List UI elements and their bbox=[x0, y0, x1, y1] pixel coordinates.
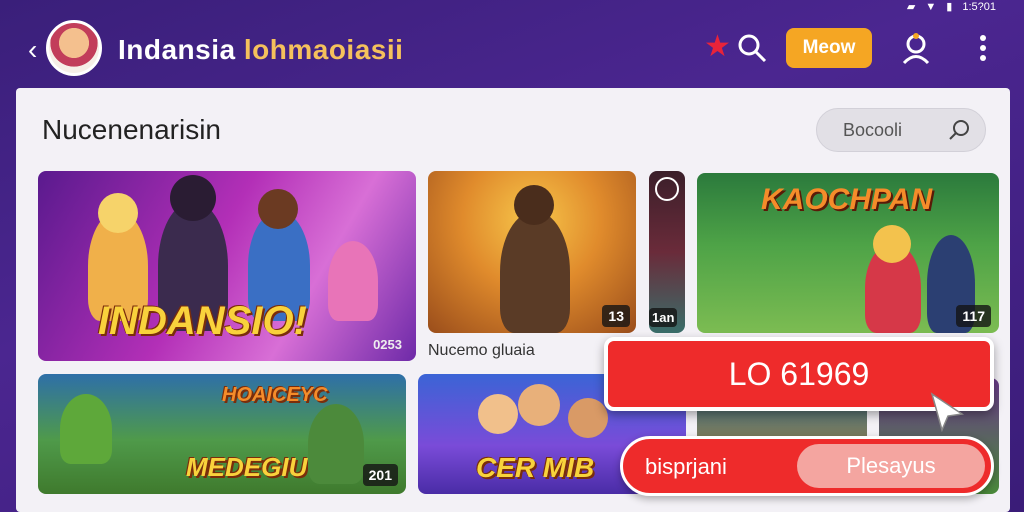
hero-head bbox=[258, 189, 298, 229]
status-time: 1:5?01 bbox=[962, 0, 996, 13]
action-pill: bisprjani Plesayus bbox=[620, 436, 994, 496]
game-card-4[interactable]: KAOCHPAN 117 bbox=[697, 173, 999, 333]
card-badge: 13 bbox=[602, 305, 630, 327]
search-icon bbox=[949, 120, 969, 140]
app-header: ‹ Indansia lohmaoiasii ★ Meow bbox=[0, 14, 1024, 88]
battery-icon: ▮ bbox=[946, 1, 953, 13]
card-badge: 117 bbox=[956, 305, 991, 327]
card-badge: 0253 bbox=[373, 337, 402, 352]
hero-head bbox=[518, 384, 560, 426]
card-title-art: INDANSIO! bbox=[98, 299, 307, 343]
hero-head bbox=[514, 185, 554, 225]
section-title: Nucenenarisin bbox=[42, 114, 221, 145]
card-title-art: KAOCHPAN bbox=[761, 183, 933, 216]
card-title-art-top: HOAICEYC bbox=[222, 384, 328, 406]
card-title-art: MEDEGIU bbox=[186, 452, 308, 482]
status-bar: ▰ ▼ ▮ 1:5?01 bbox=[0, 0, 1024, 14]
card-badge: 1an bbox=[649, 308, 678, 327]
star-icon[interactable]: ★ bbox=[704, 32, 731, 62]
hero-figure bbox=[328, 241, 378, 321]
more-vert-icon[interactable] bbox=[976, 32, 990, 66]
game-card-3[interactable]: 1an bbox=[649, 171, 685, 333]
hero-head bbox=[98, 193, 138, 233]
avatar[interactable] bbox=[46, 20, 102, 76]
hero-head bbox=[873, 225, 911, 263]
game-card-5[interactable]: HOAICEYC MEDEGIU 201 bbox=[38, 374, 406, 494]
hero-figure bbox=[308, 404, 364, 484]
menu-button[interactable]: Meow bbox=[786, 28, 872, 68]
back-arrow-icon[interactable]: ‹ bbox=[28, 36, 37, 64]
app-title-main: Indansia bbox=[118, 34, 244, 65]
profile-icon[interactable] bbox=[898, 30, 934, 66]
search-input[interactable]: Bocooli bbox=[816, 108, 986, 152]
hero-head bbox=[568, 398, 608, 438]
action-left-label[interactable]: bisprjani bbox=[645, 454, 727, 480]
card-caption: Nucemo gluaia bbox=[428, 342, 535, 359]
clock-icon bbox=[655, 177, 679, 201]
search-placeholder: Bocooli bbox=[843, 120, 903, 140]
status-icons: ▰ ▼ ▮ 1:5?01 bbox=[906, 0, 996, 14]
card-title-art: CER MIB bbox=[476, 452, 595, 483]
hero-head bbox=[170, 175, 216, 221]
app-title-accent: lohmaoiasii bbox=[243, 34, 404, 65]
play-button[interactable]: Plesayus bbox=[797, 444, 985, 488]
card-badge: 201 bbox=[362, 464, 398, 486]
game-card-2[interactable]: 13 bbox=[428, 171, 636, 333]
game-card-1[interactable]: INDANSIO! 0253 bbox=[38, 171, 416, 361]
app-title: Indansia lohmaoiasii bbox=[118, 34, 403, 66]
cursor-pointer-icon bbox=[928, 392, 966, 433]
wifi-icon: ▼ bbox=[925, 0, 937, 13]
hero-figure bbox=[60, 394, 112, 464]
hero-head bbox=[478, 394, 518, 434]
signal-icon: ▰ bbox=[906, 1, 916, 13]
hero-figure bbox=[500, 211, 570, 333]
search-icon[interactable] bbox=[736, 32, 768, 64]
